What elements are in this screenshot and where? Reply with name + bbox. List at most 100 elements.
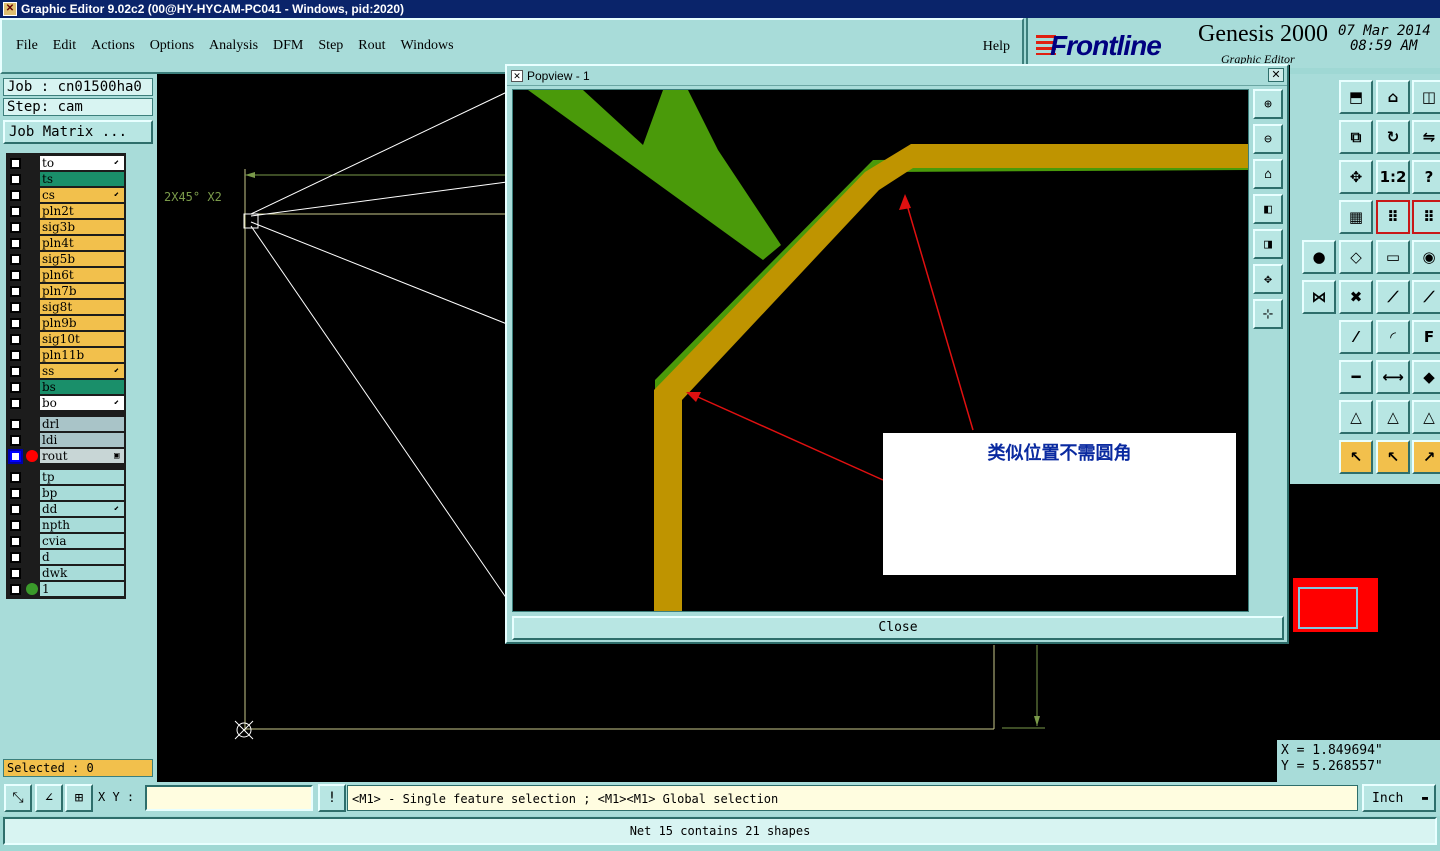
layer-row-ss[interactable]: ss ⬋: [6, 363, 126, 379]
menu-rout[interactable]: Rout: [358, 38, 385, 54]
layer-row-dd[interactable]: dd ⬋: [6, 501, 126, 517]
layer-row-drl[interactable]: drl: [6, 416, 126, 432]
layer-checkbox[interactable]: [10, 221, 21, 233]
layer-checkbox[interactable]: [10, 519, 21, 531]
layer-name[interactable]: d: [40, 550, 124, 564]
layer-name[interactable]: ss: [40, 364, 124, 378]
layer-name[interactable]: dd: [40, 502, 124, 516]
menu-dfm[interactable]: DFM: [273, 38, 303, 54]
layer-row-1[interactable]: 1: [6, 581, 126, 597]
layer-checkbox[interactable]: [10, 333, 21, 345]
layer-checkbox[interactable]: [10, 285, 21, 297]
tool-polygon-button[interactable]: ◇: [1339, 240, 1373, 274]
menu-file[interactable]: File: [16, 38, 38, 54]
tool-tri3-button[interactable]: △: [1412, 400, 1440, 434]
layer-checkbox[interactable]: [10, 205, 21, 217]
layer-row-tp[interactable]: tp: [6, 469, 126, 485]
layer-checkbox[interactable]: [10, 397, 21, 409]
layer-name[interactable]: pln2t: [40, 204, 124, 218]
layer-row-to[interactable]: to ⬋: [6, 155, 126, 171]
layer-checkbox[interactable]: [10, 471, 21, 483]
tool-grid-button[interactable]: ▦: [1339, 200, 1373, 234]
popview-titlebar[interactable]: ✕ Popview - 1: [507, 66, 1287, 86]
menu-actions[interactable]: Actions: [91, 38, 135, 54]
layer-row-pln4t[interactable]: pln4t: [6, 235, 126, 251]
layer-checkbox[interactable]: [10, 253, 21, 265]
popview-close-button[interactable]: Close: [512, 616, 1284, 640]
menu-edit[interactable]: Edit: [53, 38, 76, 54]
pan-left-button[interactable]: ◧: [1253, 194, 1283, 224]
layer-checkbox[interactable]: [10, 237, 21, 249]
layer-name[interactable]: bs: [40, 380, 124, 394]
layer-row-bs[interactable]: bs: [6, 379, 126, 395]
layer-row-d[interactable]: d: [6, 549, 126, 565]
zoom-home-button[interactable]: ⌂: [1253, 159, 1283, 189]
tool-pointer2-button[interactable]: ↖: [1376, 440, 1410, 474]
layer-row-dwk[interactable]: dwk: [6, 565, 126, 581]
tool-pointer-button[interactable]: ↖: [1339, 440, 1373, 474]
tool-cross-button[interactable]: ✖: [1339, 280, 1373, 314]
menu-analysis[interactable]: Analysis: [209, 38, 258, 54]
layer-checkbox[interactable]: [10, 301, 21, 313]
layer-row-bp[interactable]: bp: [6, 485, 126, 501]
zoom-fit-button[interactable]: ✥: [1253, 264, 1283, 294]
menu-windows[interactable]: Windows: [401, 38, 454, 54]
layer-checkbox[interactable]: [10, 317, 21, 329]
tool-net-button[interactable]: ⋈: [1302, 280, 1336, 314]
layer-name[interactable]: ldi: [40, 433, 124, 447]
layer-name[interactable]: cvia: [40, 534, 124, 548]
layer-name[interactable]: npth: [40, 518, 124, 532]
layer-name[interactable]: rout: [40, 449, 124, 463]
menu-options[interactable]: Options: [150, 38, 194, 54]
tool-arc-button[interactable]: ◜: [1376, 320, 1410, 354]
step-field[interactable]: Step: cam: [3, 98, 153, 116]
tool-dash-button[interactable]: ━: [1339, 360, 1373, 394]
layer-checkbox[interactable]: [10, 349, 21, 361]
layer-name[interactable]: dwk: [40, 566, 124, 580]
layer-name[interactable]: cs: [40, 188, 124, 202]
zoom-in-button[interactable]: ⊕: [1253, 89, 1283, 119]
layer-checkbox[interactable]: [10, 269, 21, 281]
job-field[interactable]: Job : cn01500ha0: [3, 78, 153, 96]
tool-shape-button[interactable]: ◆: [1412, 360, 1440, 394]
layer-row-cs[interactable]: cs ⬋: [6, 187, 126, 203]
tool-slash-button[interactable]: ⁄: [1339, 320, 1373, 354]
layer-checkbox[interactable]: [10, 189, 21, 201]
layer-checkbox[interactable]: [10, 583, 21, 595]
units-selector[interactable]: Inch ▬: [1362, 784, 1436, 812]
tool-move-button[interactable]: ⧉: [1339, 120, 1373, 154]
layer-row-pln9b[interactable]: pln9b: [6, 315, 126, 331]
popview-close-icon[interactable]: ✕: [1268, 68, 1284, 82]
tool-line-red-button[interactable]: ⟋: [1376, 280, 1410, 314]
layer-name[interactable]: sig10t: [40, 332, 124, 346]
tool-home-button[interactable]: ⌂: [1376, 80, 1410, 114]
job-matrix-button[interactable]: Job Matrix ...: [3, 120, 153, 144]
tool-swap-button[interactable]: ⇋: [1412, 120, 1440, 154]
tool-add-pad-button[interactable]: ●: [1302, 240, 1336, 274]
layer-checkbox[interactable]: [10, 551, 21, 563]
layer-row-ldi[interactable]: ldi: [6, 432, 126, 448]
layer-name[interactable]: sig8t: [40, 300, 124, 314]
layer-name[interactable]: sig5b: [40, 252, 124, 266]
layer-checkbox[interactable]: [10, 503, 21, 515]
layer-checkbox[interactable]: [10, 434, 21, 446]
tool-line-red2-button[interactable]: ⟋: [1412, 280, 1440, 314]
layer-name[interactable]: pln4t: [40, 236, 124, 250]
layer-row-pln2t[interactable]: pln2t: [6, 203, 126, 219]
layer-name[interactable]: pln6t: [40, 268, 124, 282]
layer-row-sig8t[interactable]: sig8t: [6, 299, 126, 315]
menu-step[interactable]: Step: [318, 38, 343, 54]
layer-checkbox[interactable]: [10, 173, 21, 185]
layer-row-pln11b[interactable]: pln11b: [6, 347, 126, 363]
layer-row-rout[interactable]: rout ▣: [6, 448, 126, 464]
tool-window-button[interactable]: ◫: [1412, 80, 1440, 114]
layer-name[interactable]: ts: [40, 172, 124, 186]
tool-help-button[interactable]: ?: [1412, 160, 1440, 194]
xy-input[interactable]: [145, 785, 313, 811]
layer-row-cvia[interactable]: cvia: [6, 533, 126, 549]
layer-name[interactable]: sig3b: [40, 220, 124, 234]
layer-name[interactable]: pln9b: [40, 316, 124, 330]
layer-checkbox[interactable]: [10, 157, 21, 169]
layer-name[interactable]: drl: [40, 417, 124, 431]
layer-checkbox[interactable]: [10, 567, 21, 579]
